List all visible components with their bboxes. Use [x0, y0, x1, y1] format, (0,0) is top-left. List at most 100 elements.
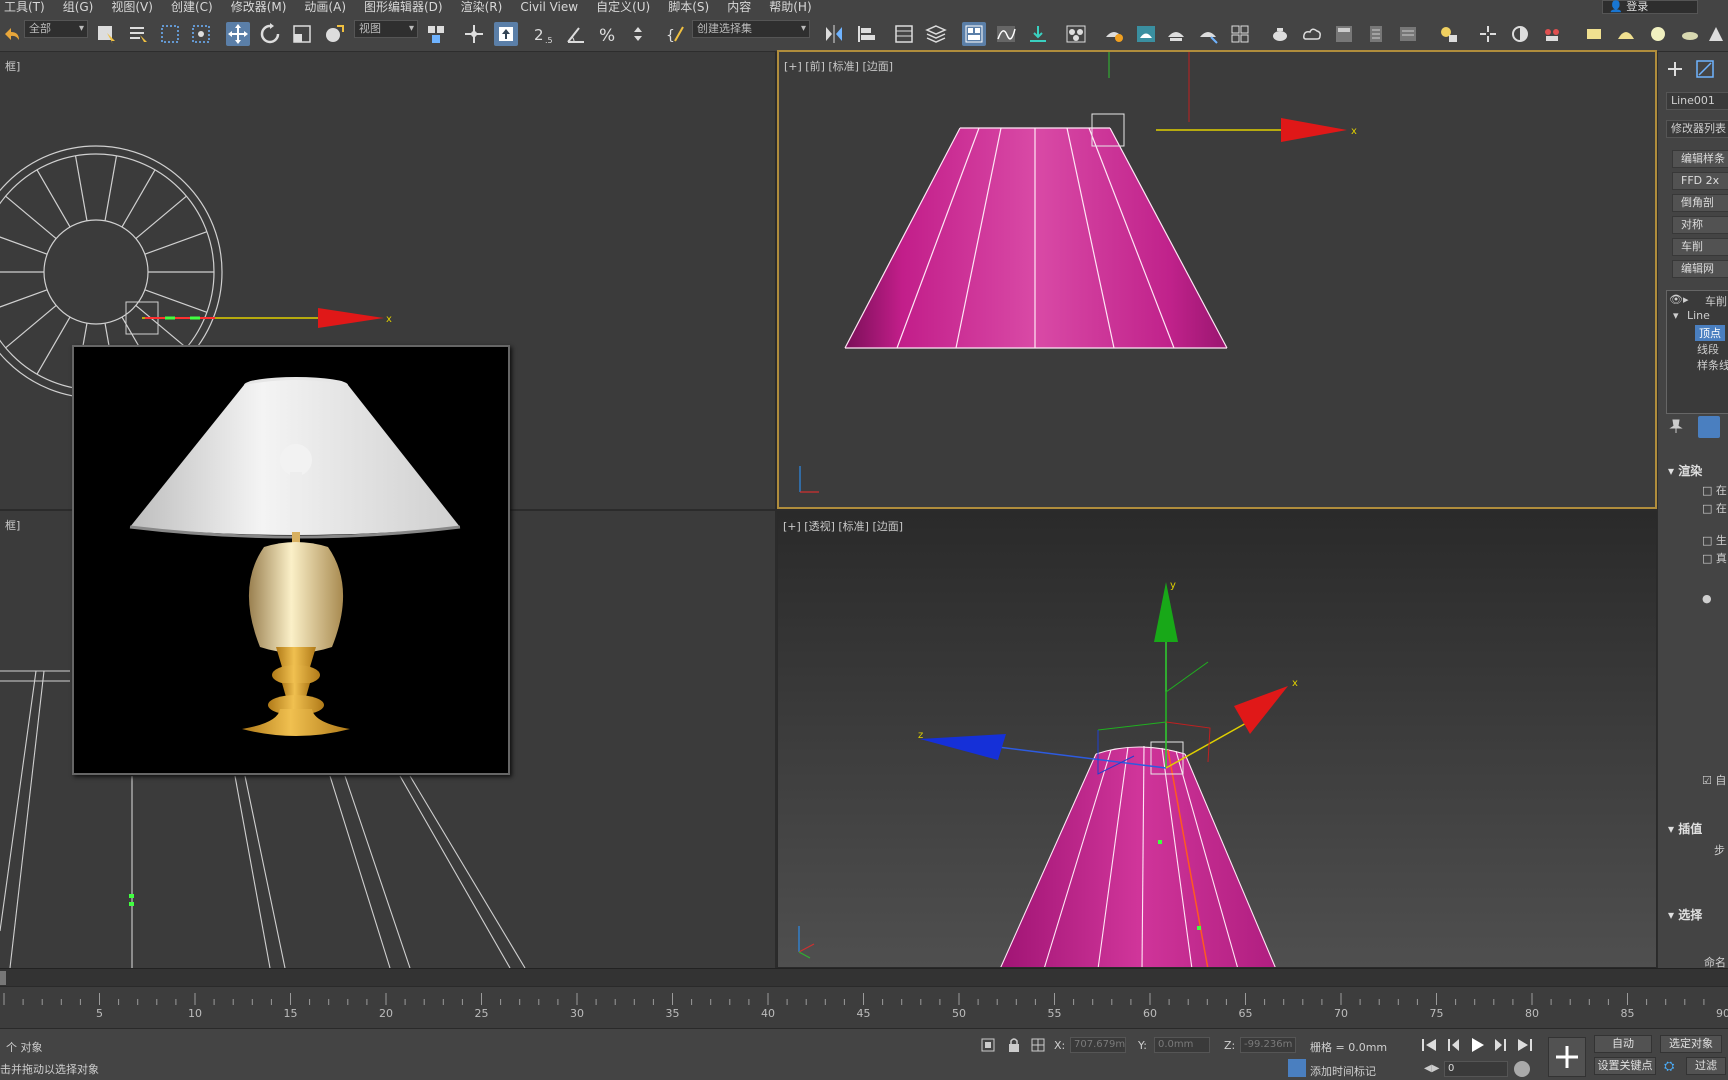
- stack-subobject-vertex[interactable]: 顶点: [1695, 325, 1725, 341]
- menu-content[interactable]: 内容: [723, 0, 765, 14]
- rotate-icon[interactable]: [258, 22, 282, 46]
- render-production-icon[interactable]: [1164, 22, 1188, 46]
- render-iterative-icon[interactable]: [1196, 22, 1220, 46]
- curve-editor-icon[interactable]: [994, 22, 1018, 46]
- lock-selection-icon[interactable]: [1006, 1037, 1022, 1056]
- eye-icon[interactable]: 👁: [1669, 293, 1683, 306]
- render-checkbox-1[interactable]: □ 在: [1702, 482, 1727, 498]
- collapse-arrow-icon[interactable]: ▾: [1673, 309, 1679, 322]
- menu-civil-view[interactable]: Civil View: [516, 0, 592, 14]
- modifier-button-symmetry[interactable]: 对称: [1672, 216, 1728, 234]
- move-gizmo[interactable]: y x z: [918, 580, 1298, 775]
- track-bar[interactable]: 5 10 15 20 25 30 35 40 45 50 55 60 65 70 75 80 85 90: [0, 986, 1728, 1028]
- stack-subobject-segment[interactable]: 线段: [1697, 341, 1719, 357]
- modifier-button-ffd[interactable]: FFD 2x: [1672, 172, 1728, 190]
- panel-c-icon[interactable]: [1396, 22, 1420, 46]
- viewport-divider-vertical[interactable]: [775, 52, 777, 968]
- menu-help[interactable]: 帮助(H): [765, 0, 825, 14]
- rollout-interpolation-title[interactable]: ▾ 插值: [1668, 820, 1702, 837]
- stack-item-lathe[interactable]: 车削: [1705, 293, 1727, 309]
- layer-explorer-icon[interactable]: [924, 22, 948, 46]
- menu-modifiers[interactable]: 修改器(M): [227, 0, 301, 14]
- scale-icon[interactable]: [290, 22, 314, 46]
- robot-icon[interactable]: [1540, 22, 1564, 46]
- isolate-selection-icon[interactable]: [980, 1037, 996, 1056]
- modifier-list-dropdown[interactable]: 修改器列表: [1666, 120, 1728, 138]
- cloud-icon[interactable]: [1300, 22, 1324, 46]
- login-dropdown[interactable]: 👤 登录: [1602, 0, 1698, 14]
- lighting-icon[interactable]: [1436, 22, 1460, 46]
- select-object-icon[interactable]: [94, 22, 118, 46]
- box-primitive-icon[interactable]: [1582, 22, 1606, 46]
- render-gallery-icon[interactable]: [1228, 22, 1252, 46]
- undo-icon[interactable]: [0, 22, 24, 46]
- create-tab-plus-icon[interactable]: [1664, 58, 1688, 80]
- menu-customize[interactable]: 自定义(U): [592, 0, 664, 14]
- next-frame-icon[interactable]: [1492, 1037, 1510, 1053]
- rect-selection-icon[interactable]: [158, 22, 182, 46]
- select-by-name-icon[interactable]: [126, 22, 150, 46]
- modifier-button-bevel-profile[interactable]: 倒角剖: [1672, 194, 1728, 212]
- scene-explorer-icon[interactable]: [892, 22, 916, 46]
- z-coord-field[interactable]: -99.236m: [1240, 1037, 1296, 1053]
- teapot-icon[interactable]: [1268, 22, 1292, 46]
- angle-snap-icon[interactable]: [564, 22, 588, 46]
- stack-item-line[interactable]: Line: [1687, 309, 1710, 322]
- goto-start-icon[interactable]: [1420, 1037, 1438, 1053]
- x-coord-field[interactable]: 707.679m: [1070, 1037, 1126, 1053]
- dope-sheet-icon[interactable]: [1026, 22, 1050, 46]
- panel-b-icon[interactable]: [1364, 22, 1388, 46]
- mirror-icon[interactable]: [822, 22, 846, 46]
- menu-rendering[interactable]: 渲染(R): [457, 0, 517, 14]
- viewport-front[interactable]: [+] [前] [标准] [边面] x: [777, 50, 1657, 509]
- modifier-button-lathe[interactable]: 车削: [1672, 238, 1728, 256]
- menu-scripting[interactable]: 脚本(S): [664, 0, 723, 14]
- spinner-snap-icon[interactable]: [626, 22, 650, 46]
- move-icon[interactable]: [226, 22, 250, 46]
- selection-filter-dropdown[interactable]: 全部: [24, 20, 88, 38]
- expand-arrow-icon[interactable]: ▸: [1683, 293, 1689, 306]
- key-filters-button[interactable]: 过滤: [1686, 1057, 1726, 1075]
- absolute-mode-icon[interactable]: [1030, 1037, 1046, 1056]
- menu-views[interactable]: 视图(V): [107, 0, 167, 14]
- snap-settings-icon[interactable]: [1476, 22, 1500, 46]
- show-end-result-icon[interactable]: [1698, 416, 1720, 438]
- disc-primitive-icon[interactable]: [1678, 22, 1702, 46]
- time-slider[interactable]: [0, 968, 1728, 986]
- menu-create[interactable]: 创建(C): [167, 0, 227, 14]
- time-config-icon[interactable]: [1514, 1061, 1530, 1077]
- goto-end-icon[interactable]: [1516, 1037, 1534, 1053]
- modifier-stack[interactable]: 👁 ▸ 车削 ▾ Line 顶点 线段 样条线: [1666, 290, 1728, 414]
- align-icon[interactable]: [854, 22, 878, 46]
- viewport-perspective[interactable]: [+] [透视] [标准] [边面] y x z: [777, 511, 1657, 968]
- set-key-button[interactable]: 设置关键点: [1594, 1057, 1656, 1075]
- modifier-button-edit-mesh[interactable]: 编辑网: [1672, 260, 1728, 278]
- rollout-render-title[interactable]: ▾ 渲染: [1668, 462, 1702, 479]
- stack-subobject-spline[interactable]: 样条线: [1697, 357, 1728, 373]
- pivot-center-icon[interactable]: [424, 22, 448, 46]
- radio-option-icon[interactable]: ●: [1702, 592, 1712, 605]
- ribbon-toggle-icon[interactable]: [962, 22, 986, 46]
- dome-primitive-icon[interactable]: [1614, 22, 1638, 46]
- menu-graph-editors[interactable]: 图形编辑器(D): [360, 0, 457, 14]
- modify-tab-icon[interactable]: [1694, 58, 1718, 80]
- play-icon[interactable]: [1468, 1037, 1486, 1053]
- pin-stack-icon[interactable]: [1668, 418, 1684, 437]
- time-tag-icon[interactable]: [1288, 1059, 1306, 1077]
- add-time-tag-label[interactable]: 添加时间标记: [1310, 1063, 1376, 1079]
- menu-group[interactable]: 组(G): [59, 0, 108, 14]
- menu-animation[interactable]: 动画(A): [300, 0, 360, 14]
- time-slider-thumb[interactable]: [0, 971, 6, 985]
- key-filter-icon[interactable]: ⛭: [1664, 1059, 1674, 1074]
- edit-named-selection-icon[interactable]: {: [664, 22, 688, 46]
- set-key-big-button[interactable]: [1548, 1037, 1586, 1077]
- object-name-field[interactable]: Line001: [1666, 92, 1728, 110]
- selected-objects-dropdown[interactable]: 选定对象: [1660, 1035, 1722, 1053]
- render-checkbox-4[interactable]: □ 真: [1702, 550, 1727, 566]
- auto-smooth-checkbox[interactable]: ☑ 自: [1702, 772, 1726, 788]
- reference-coord-dropdown[interactable]: 视图: [354, 20, 418, 38]
- keyboard-shortcut-toggle-icon[interactable]: [494, 22, 518, 46]
- window-crossing-icon[interactable]: [189, 22, 213, 46]
- percent-snap-icon[interactable]: %: [596, 22, 620, 46]
- render-setup-icon[interactable]: [1102, 22, 1126, 46]
